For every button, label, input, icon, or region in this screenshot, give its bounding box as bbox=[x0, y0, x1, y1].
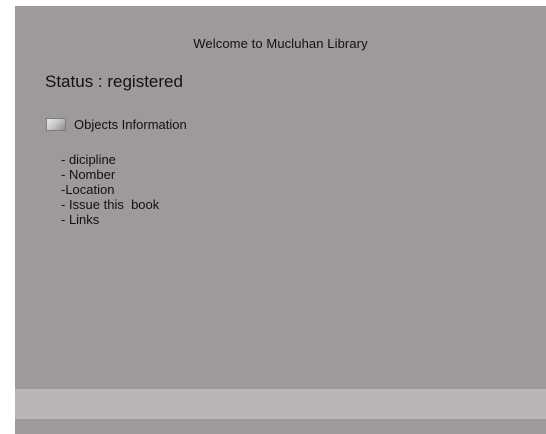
status-text: Status : registered bbox=[45, 72, 183, 91]
welcome-title: Welcome to Mucluhan Library bbox=[193, 36, 368, 51]
objects-information-label: Objects Information bbox=[74, 117, 187, 132]
objects-information-toggle[interactable]: Objects Information bbox=[46, 117, 187, 132]
list-item-location[interactable]: -Location bbox=[61, 182, 159, 197]
list-item-dicipline[interactable]: - dicipline bbox=[61, 152, 159, 167]
folder-icon bbox=[46, 118, 66, 131]
list-item-links[interactable]: - Links bbox=[61, 212, 159, 227]
main-panel: Welcome to Mucluhan Library Status : reg… bbox=[15, 6, 546, 434]
objects-information-list: - dicipline - Nomber -Location - Issue t… bbox=[61, 152, 159, 227]
footer-bar bbox=[15, 389, 546, 419]
list-item-issue-book[interactable]: - Issue this book bbox=[61, 197, 159, 212]
list-item-nomber[interactable]: - Nomber bbox=[61, 167, 159, 182]
